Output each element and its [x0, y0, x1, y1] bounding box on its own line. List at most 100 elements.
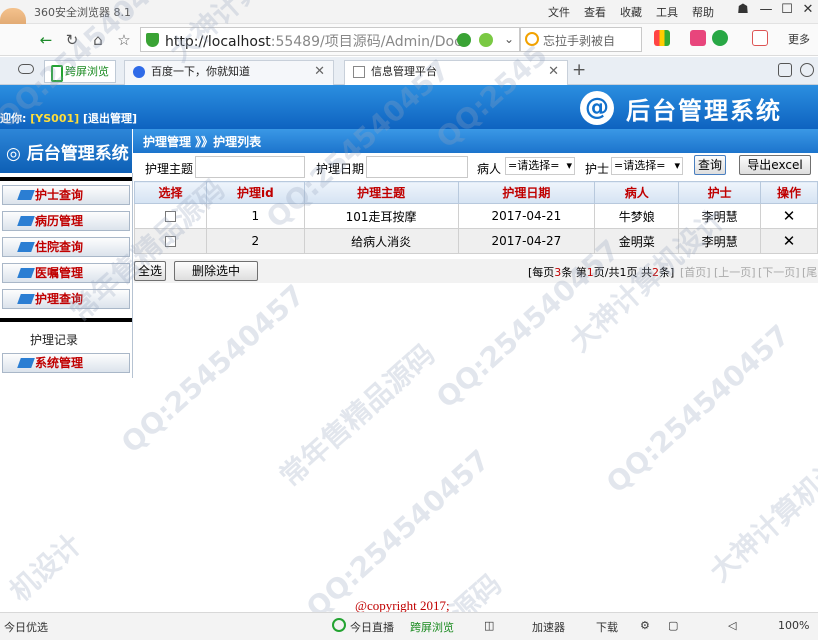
sidebar-item-records[interactable]: 病历管理 — [2, 211, 130, 231]
home-icon[interactable]: ⌂ — [88, 30, 108, 50]
patient-label: 病人 — [477, 162, 502, 176]
tab-baidu-label: 百度一下，你就知道 — [151, 65, 250, 78]
cell-id: 2 — [205, 228, 305, 254]
delete-selected-button[interactable]: 删除选中 — [174, 261, 258, 281]
row-checkbox[interactable] — [164, 236, 176, 247]
menu-file[interactable]: 文件 — [548, 4, 570, 20]
user-id: [YS001] — [30, 112, 80, 125]
watermark-text: QQ:254540457 — [115, 278, 312, 460]
sidebar-divider — [0, 318, 132, 322]
watermark-text: 大神计算机设计 — [703, 432, 818, 589]
settings-icon[interactable]: ⚙ — [640, 619, 650, 632]
volume-icon[interactable]: ◁ — [728, 619, 736, 632]
date-input[interactable] — [366, 156, 468, 178]
skin-icon[interactable]: ☗ — [733, 2, 753, 20]
menu-help[interactable]: 帮助 — [692, 4, 714, 20]
nurse-select[interactable]: =请选择= — [611, 157, 683, 175]
welcome-text: 迎你: [YS001] [退出管理] — [0, 110, 137, 126]
status-zoom[interactable]: 100% — [778, 619, 809, 632]
restore-tab-icon[interactable] — [778, 63, 792, 77]
status-accelerator[interactable]: 加速器 — [532, 619, 565, 635]
delete-icon[interactable]: ✕ — [783, 232, 796, 250]
minimize-icon[interactable]: — — [756, 2, 776, 20]
row-checkbox[interactable] — [164, 211, 176, 222]
new-tab-icon[interactable]: + — [572, 60, 586, 80]
pager-next[interactable]: [下一页] — [758, 264, 800, 280]
care-table: 选择 护理id 护理主题 护理日期 病人 护士 操作 1 101走耳按摩 201… — [134, 181, 818, 254]
search-box[interactable]: 忘拉手剥被自 — [520, 27, 642, 52]
sidebar-item-nurse-query[interactable]: 护士查询 — [2, 185, 130, 205]
select-all-button[interactable]: 全选 — [134, 261, 166, 281]
cross-screen-button[interactable]: 跨屏浏览 — [44, 60, 116, 83]
subject-input[interactable] — [195, 156, 305, 178]
tab-baidu[interactable]: 百度一下，你就知道 ✕ — [124, 60, 334, 85]
pager-first[interactable]: [首页] — [680, 264, 711, 280]
menu-favorites[interactable]: 收藏 — [620, 4, 642, 20]
export-excel-button[interactable]: 导出excel — [739, 155, 811, 175]
cell-nurse: 李明慧 — [678, 203, 762, 229]
cloud-icon[interactable] — [18, 64, 34, 74]
pager-prev[interactable]: [上一页] — [714, 264, 756, 280]
pager-info: [每页3条 第1页/共1页 共2条] — [528, 266, 675, 279]
bookmark-star-icon[interactable]: ☆ — [114, 30, 134, 50]
play-icon — [332, 618, 346, 632]
menu-arrow-icon — [17, 190, 35, 200]
speed-icon[interactable] — [479, 33, 493, 47]
address-bar[interactable]: http://localhost:55489/项目源码/Admin/Docto … — [140, 27, 520, 52]
watermark-text: 常年售精品源码 — [273, 337, 442, 494]
back-icon[interactable]: ← — [36, 30, 56, 50]
sidebar-item-orders[interactable]: 医嘱管理 — [2, 263, 130, 283]
col-date: 护理日期 — [457, 181, 596, 204]
logout-link[interactable]: [退出管理] — [83, 112, 137, 125]
delete-icon[interactable]: ✕ — [783, 207, 796, 225]
sidebar-item-care-query[interactable]: 护理查询 — [2, 289, 130, 309]
undo-close-icon[interactable] — [800, 63, 814, 77]
security-shield-icon — [146, 33, 159, 47]
pager-last[interactable]: [尾 — [802, 264, 817, 280]
settings-gear-icon[interactable] — [457, 33, 471, 47]
sidebar-sub-care-records[interactable]: 护理记录 — [30, 331, 78, 348]
menu-tools[interactable]: 工具 — [656, 4, 678, 20]
menu-arrow-icon — [17, 216, 35, 226]
watermark-text: 机设计 — [3, 527, 88, 609]
col-nurse: 护士 — [678, 181, 762, 204]
apps-icon[interactable] — [654, 30, 670, 46]
menu-view[interactable]: 查看 — [584, 4, 606, 20]
welcome-prefix: 迎你: — [0, 112, 27, 125]
patient-select[interactable]: =请选择= — [505, 157, 575, 175]
search-button[interactable]: 查询 — [694, 155, 726, 175]
tab-bar: 跨屏浏览 百度一下，你就知道 ✕ 信息管理平台 ✕ + — [0, 57, 818, 85]
sidebar-item-inpatient[interactable]: 住院查询 — [2, 237, 130, 257]
close-tab-icon[interactable]: ✕ — [548, 61, 559, 83]
menu-arrow-icon — [17, 294, 35, 304]
maximize-icon[interactable]: ☐ — [777, 2, 797, 20]
search-text: 忘拉手剥被自 — [543, 34, 616, 48]
refresh-icon[interactable]: ↻ — [62, 30, 82, 50]
search-icon — [525, 32, 539, 46]
dropdown-icon[interactable]: ⌄ — [499, 29, 519, 49]
breadcrumb-bar: 护理管理 》》护理列表 — [133, 129, 818, 153]
cell-nurse: 李明慧 — [678, 228, 762, 254]
translate-icon[interactable] — [752, 30, 768, 46]
camera-icon[interactable]: ◫ — [484, 619, 494, 632]
table-row: 2 给病人消炎 2017-04-27 金明菜 李明慧 ✕ — [134, 228, 818, 254]
status-live[interactable]: 今日直播 — [350, 619, 394, 635]
cell-patient: 牛梦娘 — [594, 203, 680, 229]
menu-arrow-icon — [17, 268, 35, 278]
filter-bar: 护理主题 护理日期 病人 =请选择= 护士 =请选择= 查询 导出excel — [133, 153, 818, 181]
browser-navbar: ← ↻ ⌂ ☆ http://localhost:55489/项目源码/Admi… — [0, 24, 818, 56]
status-cross-screen[interactable]: 跨屏浏览 — [410, 619, 454, 635]
close-window-icon[interactable]: ✕ — [798, 2, 818, 20]
close-tab-icon[interactable]: ✕ — [314, 61, 325, 83]
guard-icon[interactable] — [712, 30, 728, 46]
extension-icon[interactable] — [690, 30, 706, 46]
sidebar-title: ◎ 后台管理系统 — [6, 144, 129, 164]
tab-info-platform[interactable]: 信息管理平台 ✕ — [344, 60, 568, 85]
status-download[interactable]: 下载 — [596, 619, 618, 635]
status-today-picks[interactable]: 今日优选 — [4, 619, 48, 635]
date-label: 护理日期 — [316, 162, 365, 176]
more-menu[interactable]: 更多 — [788, 31, 810, 47]
sidebar-item-system[interactable]: 系统管理 — [2, 353, 130, 373]
window-icon[interactable]: ▢ — [668, 619, 678, 632]
page-icon — [353, 66, 365, 78]
